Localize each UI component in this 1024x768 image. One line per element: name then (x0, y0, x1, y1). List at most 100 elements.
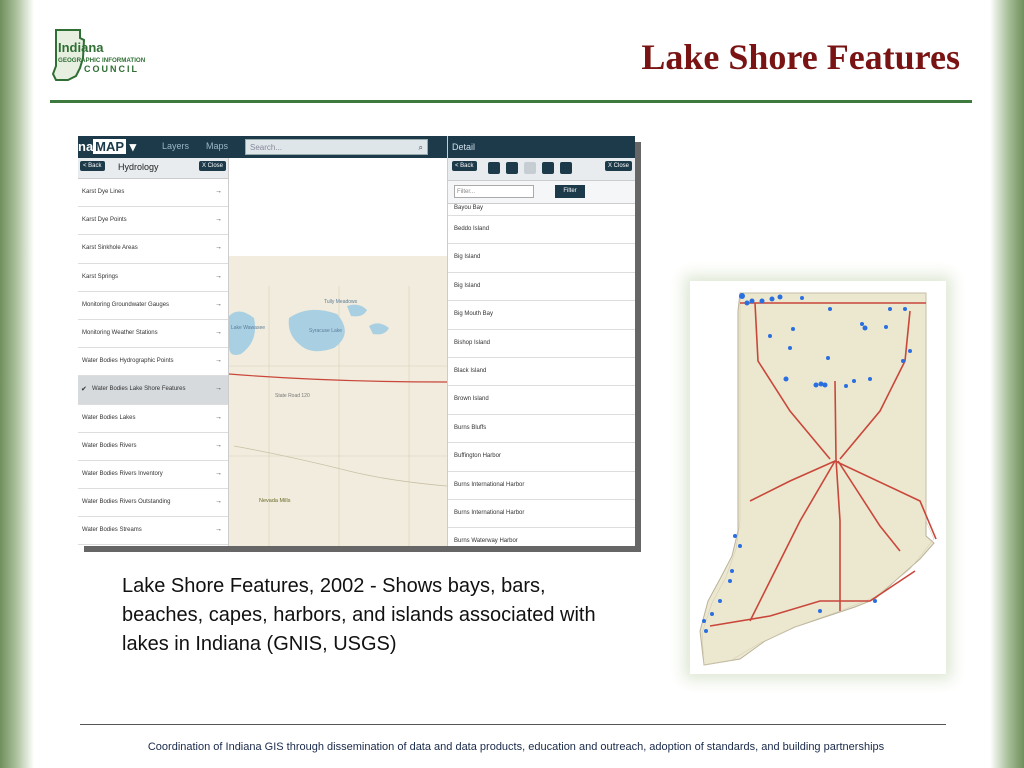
list-item-label: Bayou Bay (454, 205, 484, 211)
print-icon[interactable] (560, 162, 572, 174)
list-item[interactable]: Beddo Island (448, 216, 635, 245)
arrow-right-icon[interactable]: → (215, 357, 222, 364)
layer-item[interactable]: ✔ Water Bodies Lake Shore Features → (78, 376, 228, 405)
back-button[interactable]: < Back (80, 161, 105, 171)
slide-caption: Lake Shore Features, 2002 - Shows bays, … (122, 575, 596, 655)
layer-item[interactable]: Monitoring Groundwater Gauges → (78, 292, 228, 320)
slide-footer: Coordination of Indiana GIS through diss… (147, 741, 885, 753)
detail-panel: Detail < Back X Close Filter... Filter B… (447, 136, 635, 546)
feature-list: Beddo Island Big Island Big Island Big Mout… (448, 216, 635, 546)
list-item[interactable]: Bayou Bay (448, 204, 635, 216)
detail-close-button[interactable]: X Close (604, 161, 632, 171)
panel-title: Hydrology (118, 162, 159, 172)
layer-list: Karst Dye Lines → Karst Dye Points → Karst S… (78, 179, 228, 546)
layer-item[interactable]: Water Bodies Rivers Outstanding → (78, 489, 228, 518)
list-item-label: Big Island (454, 254, 481, 261)
list-item[interactable]: Burns International Harbor (448, 472, 635, 500)
detail-back-button[interactable]: < Back (452, 161, 477, 171)
layers-panel: < Back Hydrology X Close Karst Dye Lines… (78, 158, 229, 546)
view-table-icon[interactable] (488, 162, 500, 174)
arrow-right-icon[interactable]: → (215, 216, 222, 223)
layer-item[interactable]: Water Bodies Rivers Inventory → (78, 461, 228, 490)
layer-checked-icon[interactable]: ✔ (81, 385, 87, 393)
brand-dropdown-icon[interactable]: ▾ (126, 139, 137, 154)
list-item-label: Burns International Harbor (454, 509, 525, 516)
arrow-right-icon[interactable]: → (215, 385, 222, 392)
list-item-label: Beddo Island (454, 226, 490, 232)
list-item-label: Bishop Island (454, 339, 491, 346)
footer-divider (80, 724, 946, 725)
list-item-label: Black Island (454, 367, 487, 374)
layer-item[interactable]: Water Bodies Lakes → (78, 405, 228, 433)
filter-input[interactable]: Filter... (454, 185, 534, 198)
list-item[interactable]: Buffington Harbor (448, 443, 635, 472)
map-label-lake2: Lake Wawasee (231, 325, 265, 331)
brand-prefix: na (78, 139, 94, 154)
list-item-label: Big Island (454, 282, 481, 289)
list-item[interactable]: Burns International Harbor (448, 500, 635, 529)
arrow-right-icon[interactable]: → (215, 188, 222, 195)
list-item-label: Burns International Harbor (454, 481, 525, 488)
layer-item[interactable]: Karst Dye Lines → (78, 179, 228, 208)
layer-item-label: Water Bodies Hydrographic Points (82, 358, 174, 365)
indiana-lake-shore-map (690, 281, 946, 674)
arrow-right-icon[interactable]: → (215, 301, 222, 308)
app-brand[interactable]: na MAP ▾ (78, 139, 136, 155)
view-grid-icon[interactable] (524, 162, 536, 174)
brand-map: MAP (93, 139, 127, 154)
filter-button[interactable]: Filter (555, 185, 585, 198)
list-item[interactable]: Black Island (448, 358, 635, 387)
export-icon[interactable] (542, 162, 554, 174)
search-placeholder: Search... (250, 143, 283, 152)
view-list-icon[interactable] (506, 162, 518, 174)
map-label-town: Nevada Mills (259, 498, 291, 504)
slide-title: Lake Shore Features (641, 37, 960, 77)
list-item-label: Buffington Harbor (454, 453, 501, 460)
search-input[interactable]: Search... ⌕ (245, 139, 428, 155)
map-label-lake1: Tully Meadows (324, 299, 358, 305)
layer-item-label: Water Bodies Streams (82, 527, 142, 534)
arrow-right-icon[interactable]: → (215, 414, 222, 421)
list-item[interactable]: Bishop Island (448, 330, 635, 358)
list-item[interactable]: Burns Waterway Harbor (448, 528, 635, 546)
layer-item-label: Karst Dye Lines (82, 189, 125, 195)
list-item[interactable]: Big Island (448, 244, 635, 273)
arrow-right-icon[interactable]: → (215, 329, 222, 336)
list-item[interactable]: Brown Island (448, 386, 635, 415)
layer-item[interactable]: Karst Springs → (78, 264, 228, 292)
list-item-label: Brown Island (454, 396, 489, 403)
detail-tab[interactable]: Detail (448, 136, 635, 158)
arrow-right-icon[interactable]: → (215, 244, 222, 251)
arrow-right-icon[interactable]: → (215, 498, 222, 505)
logo-line2: GEOGRAPHIC INFORMATION (58, 57, 146, 64)
list-item[interactable]: Big Mouth Bay (448, 301, 635, 330)
arrow-right-icon[interactable]: → (215, 273, 222, 280)
list-item-label: Burns Bluffs (454, 424, 487, 431)
layer-item-label: Water Bodies Rivers (82, 442, 137, 449)
search-icon[interactable]: ⌕ (419, 140, 423, 156)
tab-maps[interactable]: Maps (206, 141, 228, 151)
title-divider (50, 100, 972, 103)
filter-bar: Filter... Filter (448, 181, 635, 204)
layer-item-label: Monitoring Weather Stations (82, 329, 158, 336)
tab-layers[interactable]: Layers (162, 141, 189, 151)
layer-item[interactable]: Water Bodies Streams → (78, 517, 228, 546)
layer-item[interactable]: Water Bodies Rivers → (78, 433, 228, 461)
arrow-right-icon[interactable]: → (215, 442, 222, 449)
logo-line1: Indiana (58, 40, 104, 55)
arrow-right-icon[interactable]: → (215, 470, 222, 477)
list-item[interactable]: Burns Bluffs (448, 415, 635, 444)
detail-toolbar: < Back X Close (448, 158, 635, 181)
layer-item-label: Water Bodies Rivers Inventory (82, 470, 163, 477)
layer-item[interactable]: Water Bodies Hydrographic Points → (78, 348, 228, 377)
close-button[interactable]: X Close (198, 161, 226, 171)
layer-item-label: Water Bodies Lake Shore Features (92, 386, 186, 393)
layer-item-label: Monitoring Groundwater Gauges (82, 301, 170, 308)
arrow-right-icon[interactable]: → (215, 526, 222, 533)
list-item[interactable]: Big Island (448, 273, 635, 302)
layer-item[interactable]: Monitoring Weather Stations → (78, 320, 228, 349)
map-view[interactable]: Tully Meadows Lake Wawasee Syracuse Lake… (229, 256, 447, 546)
layer-item-label: Karst Sinkhole Areas (82, 245, 138, 252)
layer-item[interactable]: Karst Sinkhole Areas → (78, 235, 228, 264)
layer-item[interactable]: Karst Dye Points → (78, 207, 228, 236)
